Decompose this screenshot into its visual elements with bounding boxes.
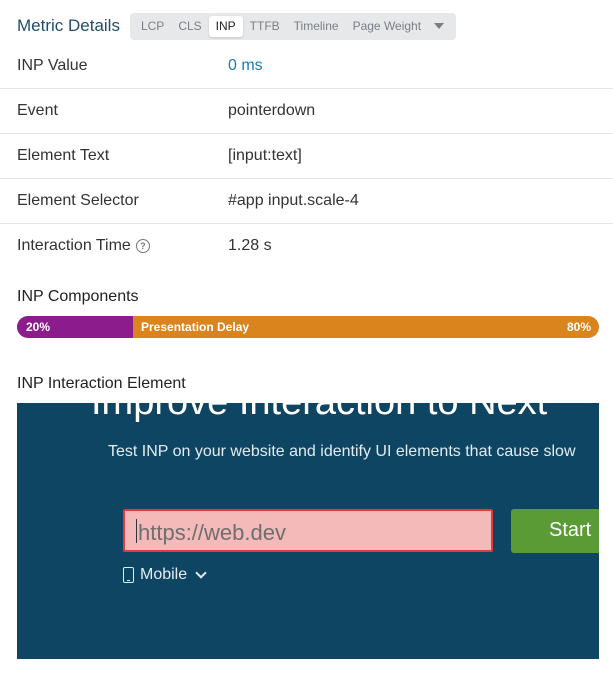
detail-row-event: Event pointerdown <box>0 89 613 134</box>
metric-details-table: INP Value 0 ms Event pointerdown Element… <box>0 44 613 269</box>
text-caret <box>136 519 137 543</box>
device-label: Mobile <box>140 566 188 583</box>
metric-details-header: Metric Details LCP CLS INP TTFB Timeline… <box>17 12 457 40</box>
url-placeholder: https://web.dev <box>138 520 286 545</box>
detail-value: #app input.scale-4 <box>228 192 359 209</box>
presentation-delay-segment[interactable]: Presentation Delay 80% <box>133 316 599 338</box>
chevron-down-icon <box>195 567 207 579</box>
tab-cls[interactable]: CLS <box>171 16 208 37</box>
tab-page-weight[interactable]: Page Weight <box>346 16 429 37</box>
page-title: Metric Details <box>17 16 120 35</box>
detail-value: [input:text] <box>228 147 302 164</box>
tab-ttfb[interactable]: TTFB <box>243 16 287 37</box>
segment-percent: 20% <box>26 320 51 334</box>
help-icon[interactable]: ? <box>135 239 150 253</box>
detail-row-element-selector: Element Selector #app input.scale-4 <box>0 179 613 224</box>
detail-label: INP Value <box>17 57 88 74</box>
screenshot-heading: Improve Interaction to Next <box>91 403 547 424</box>
detail-label: Element Text <box>17 147 110 164</box>
mobile-phone-icon <box>123 567 134 583</box>
inp-components-bar: 20% Presentation Delay 80% <box>17 316 599 338</box>
detail-label: Interaction Time <box>17 237 131 254</box>
screenshot-device-select: Mobile <box>123 566 207 584</box>
detail-row-interaction-time: Interaction Time ? 1.28 s <box>0 224 613 269</box>
detail-value: 1.28 s <box>228 237 272 254</box>
segment-percent: 80% <box>566 320 591 334</box>
detail-label: Event <box>17 102 58 119</box>
detail-label-with-help: Interaction Time ? <box>17 237 150 255</box>
inp-element-title: INP Interaction Element <box>17 375 186 392</box>
start-label: Start <box>549 519 592 541</box>
detail-row-element-text: Element Text [input:text] <box>0 134 613 179</box>
tab-inp[interactable]: INP <box>208 15 243 37</box>
segment-label: Presentation Delay <box>141 320 250 334</box>
detail-row-inp-value: INP Value 0 ms <box>0 44 613 89</box>
screenshot-url-input-highlighted: https://web.dev <box>123 509 493 552</box>
inp-components-title: INP Components <box>17 288 139 305</box>
screenshot-start-button: Start <box>511 509 599 553</box>
detail-label: Element Selector <box>17 192 139 209</box>
screenshot-subheading: Test INP on your website and identify UI… <box>108 443 576 460</box>
inp-value-link[interactable]: 0 ms <box>228 57 263 75</box>
input-delay-segment[interactable]: 20% <box>17 316 133 338</box>
tab-timeline[interactable]: Timeline <box>287 16 346 37</box>
interaction-element-screenshot: Improve Interaction to Next Test INP on … <box>17 403 599 659</box>
tab-lcp[interactable]: LCP <box>134 16 171 37</box>
detail-value: pointerdown <box>228 102 316 119</box>
chevron-down-icon[interactable] <box>434 23 445 29</box>
metric-tabs: LCP CLS INP TTFB Timeline Page Weight <box>129 12 457 40</box>
